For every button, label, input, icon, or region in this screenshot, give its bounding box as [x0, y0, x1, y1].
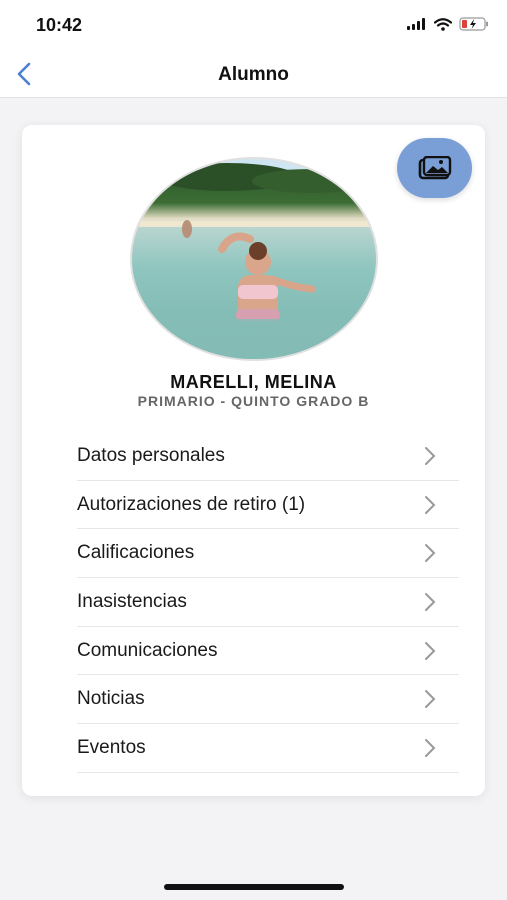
chevron-right-icon: [425, 495, 436, 514]
chevron-right-icon: [425, 592, 436, 611]
student-grade: PRIMARIO - QUINTO GRADO B: [137, 393, 370, 409]
menu-item-label: Noticias: [77, 688, 145, 710]
menu-item-label: Comunicaciones: [77, 639, 218, 661]
menu-item-inasistencias[interactable]: Inasistencias: [77, 578, 459, 627]
menu-item-label: Calificaciones: [77, 542, 195, 564]
menu-item-comunicaciones[interactable]: Comunicaciones: [77, 627, 459, 676]
change-photo-button[interactable]: [397, 138, 472, 198]
avatar-photo: [132, 163, 376, 359]
student-avatar: [130, 157, 378, 361]
wifi-icon: [434, 17, 452, 31]
menu-item-label: Eventos: [77, 736, 146, 758]
cellular-signal-icon: [407, 18, 425, 30]
battery-low-icon: [459, 17, 488, 31]
menu-item-noticias[interactable]: Noticias: [77, 675, 459, 725]
status-icons: [407, 17, 489, 31]
chevron-right-icon: [425, 738, 436, 757]
chevron-right-icon: [425, 641, 436, 660]
home-indicator[interactable]: [164, 884, 344, 890]
menu-item-calificaciones[interactable]: Calificaciones: [77, 529, 459, 579]
menu-item-eventos[interactable]: Eventos: [77, 724, 459, 773]
menu-item-label: Autorizaciones de retiro (1): [77, 493, 306, 515]
chevron-right-icon: [425, 544, 436, 563]
student-name: MARELLI, MELINA: [170, 372, 337, 392]
student-menu: Datos personales Autorizaciones de retir…: [77, 432, 459, 773]
menu-item-label: Datos personales: [77, 444, 225, 466]
navigation-bar: Alumno: [0, 50, 507, 98]
image-icon: [418, 156, 451, 180]
status-time: 10:42: [36, 15, 83, 35]
menu-item-autorizaciones-de-retiro[interactable]: Autorizaciones de retiro (1): [77, 481, 459, 530]
chevron-right-icon: [425, 690, 436, 709]
page-title: Alumno: [218, 64, 289, 85]
menu-item-datos-personales[interactable]: Datos personales: [77, 432, 459, 481]
status-bar: 10:42: [0, 0, 507, 50]
menu-item-label: Inasistencias: [77, 590, 187, 612]
chevron-right-icon: [425, 446, 436, 465]
